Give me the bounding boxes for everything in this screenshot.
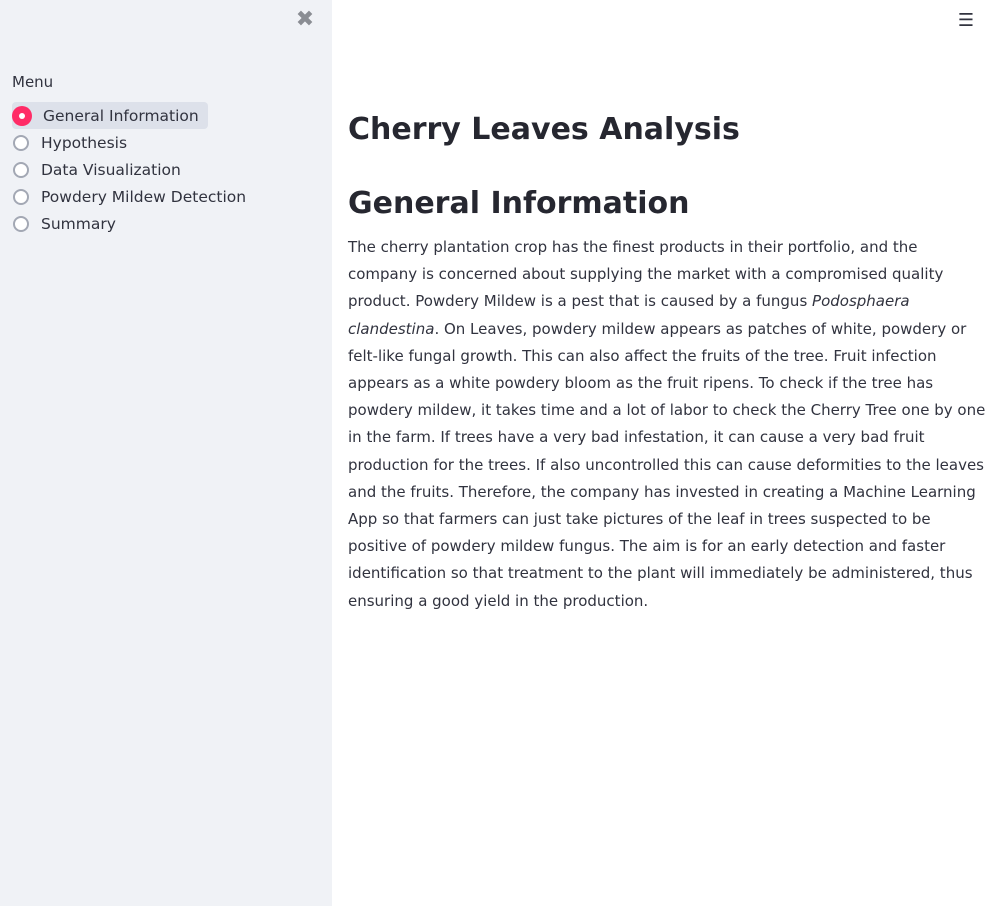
menu-item-label: Powdery Mildew Detection xyxy=(41,187,247,206)
radio-unselected-icon[interactable] xyxy=(13,134,29,151)
radio-unselected-icon[interactable] xyxy=(13,161,29,178)
section-heading: General Information xyxy=(348,186,690,221)
sidebar: ✖ Menu General Information Hypothesis Da… xyxy=(0,0,332,906)
radio-selected-icon[interactable] xyxy=(12,105,32,126)
menu-item-powdery-mildew-detection[interactable]: Powdery Mildew Detection xyxy=(12,183,255,210)
menu-item-label: Summary xyxy=(41,214,116,233)
menu-item-label: Data Visualization xyxy=(41,160,181,179)
menu-item-label: General Information xyxy=(43,106,199,125)
menu-item-data-visualization[interactable]: Data Visualization xyxy=(12,156,190,183)
app-root: ✖ Menu General Information Hypothesis Da… xyxy=(0,0,994,906)
menu-item-summary[interactable]: Summary xyxy=(12,210,125,237)
menu-item-general-information[interactable]: General Information xyxy=(12,102,208,129)
radio-unselected-icon[interactable] xyxy=(13,215,29,232)
description-paragraph: The cherry plantation crop has the fines… xyxy=(348,234,988,615)
menu-radio-group: General Information Hypothesis Data Visu… xyxy=(12,102,255,237)
paragraph-text-end: . On Leaves, powdery mildew appears as p… xyxy=(348,319,986,610)
page-title: Cherry Leaves Analysis xyxy=(348,112,740,147)
radio-unselected-icon[interactable] xyxy=(13,188,29,205)
close-sidebar-icon[interactable]: ✖ xyxy=(294,9,316,31)
hamburger-menu-icon[interactable]: ☰ xyxy=(955,10,977,32)
main-content: Cherry Leaves Analysis General Informati… xyxy=(348,108,988,615)
menu-item-label: Hypothesis xyxy=(41,133,128,152)
menu-label: Menu xyxy=(12,73,54,91)
menu-item-hypothesis[interactable]: Hypothesis xyxy=(12,129,136,156)
